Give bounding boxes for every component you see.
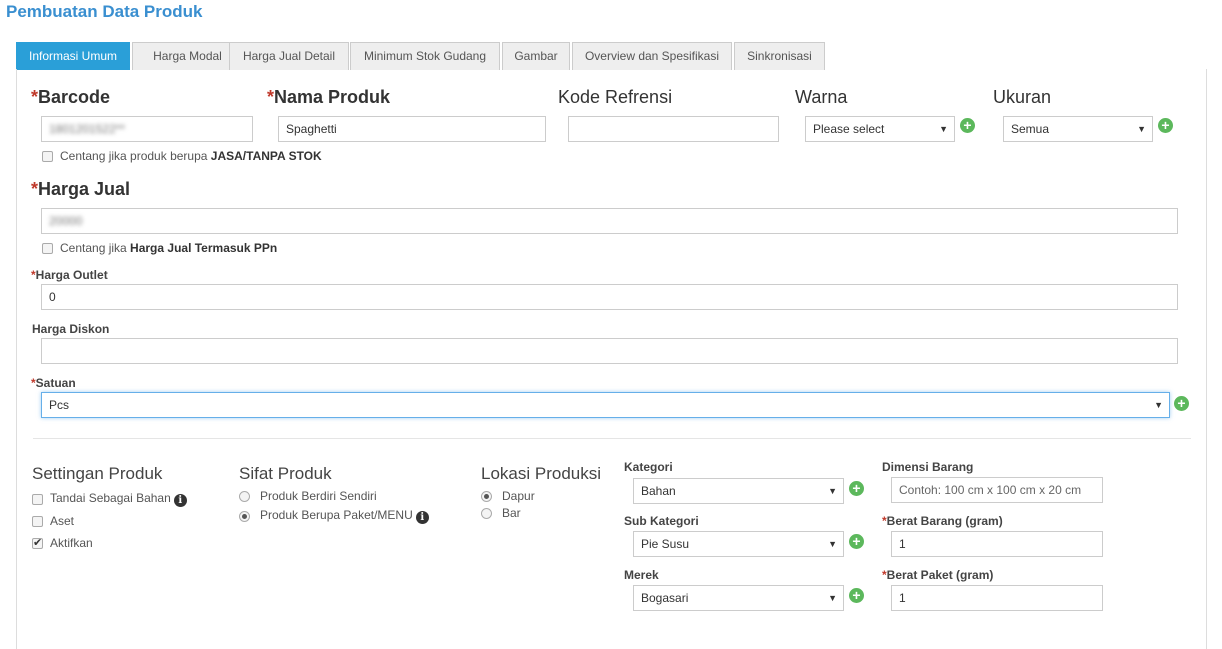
caret-down-icon: ▼ xyxy=(828,539,837,549)
caret-down-icon: ▼ xyxy=(1137,124,1146,134)
aktifkan-checkbox[interactable] xyxy=(32,536,43,549)
aktifkan-label: Aktifkan xyxy=(50,536,93,550)
jasa-checkbox-label: Centang jika produk berupa JASA/TANPA ST… xyxy=(60,149,322,163)
page-title: Pembuatan Data Produk xyxy=(6,2,203,21)
satuan-select[interactable]: Pcs ▼ xyxy=(41,392,1170,418)
nama-produk-input[interactable]: Spaghetti xyxy=(278,116,546,142)
tandai-bahan-checkbox[interactable] xyxy=(32,494,43,505)
dimensi-barang-label: Dimensi Barang xyxy=(882,460,974,474)
tab-gambar[interactable]: Gambar xyxy=(502,42,570,70)
tab-informasi-umum[interactable]: Informasi Umum xyxy=(16,42,130,70)
ppn-checkbox-label: Centang jika Harga Jual Termasuk PPn xyxy=(60,241,278,255)
berat-paket-label: *Berat Paket (gram) xyxy=(882,568,994,582)
tab-minimum-stok-gudang[interactable]: Minimum Stok Gudang xyxy=(350,42,500,70)
tab-panel-informasi-umum: *Barcode *Nama Produk Kode Refrensi Warn… xyxy=(16,69,1207,649)
sub-kategori-select[interactable]: Pie Susu ▼ xyxy=(633,531,844,557)
tab-overview-spesifikasi[interactable]: Overview dan Spesifikasi xyxy=(572,42,732,70)
merek-label: Merek xyxy=(624,568,659,582)
nama-produk-label: *Nama Produk xyxy=(267,87,391,107)
berat-paket-input[interactable]: 1 xyxy=(891,585,1103,611)
caret-down-icon: ▼ xyxy=(1154,400,1163,410)
harga-diskon-input[interactable] xyxy=(41,338,1178,364)
tab-harga-modal[interactable]: Harga Modal xyxy=(132,42,243,70)
harga-diskon-label: Harga Diskon xyxy=(32,322,110,336)
berat-barang-label: *Berat Barang (gram) xyxy=(882,514,1003,528)
warna-label: Warna xyxy=(795,87,848,107)
add-kategori-button[interactable]: + xyxy=(849,481,864,496)
kode-refrensi-input[interactable] xyxy=(568,116,779,142)
add-merek-button[interactable]: + xyxy=(849,588,864,603)
barcode-input[interactable]: 1801201522** xyxy=(41,116,253,142)
settingan-produk-title: Settingan Produk xyxy=(32,464,163,483)
berat-barang-input[interactable]: 1 xyxy=(891,531,1103,557)
bar-label: Bar xyxy=(502,506,521,520)
sifat-produk-title: Sifat Produk xyxy=(239,464,332,483)
paket-menu-radio[interactable] xyxy=(239,511,250,522)
dapur-label: Dapur xyxy=(502,489,535,503)
paket-menu-label: Produk Berupa Paket/MENU i xyxy=(260,508,429,524)
aset-label: Aset xyxy=(50,514,75,528)
ukuran-label: Ukuran xyxy=(993,87,1052,107)
caret-down-icon: ▼ xyxy=(828,486,837,496)
dapur-radio[interactable] xyxy=(481,491,492,502)
sub-kategori-label: Sub Kategori xyxy=(624,514,699,528)
tab-harga-jual-detail[interactable]: Harga Jual Detail xyxy=(229,42,349,70)
tab-sinkronisasi[interactable]: Sinkronisasi xyxy=(734,42,825,70)
add-sub-kategori-button[interactable]: + xyxy=(849,534,864,549)
add-ukuran-button[interactable]: + xyxy=(1158,118,1173,133)
section-divider xyxy=(33,438,1191,439)
info-circle-icon: i xyxy=(415,511,429,524)
barcode-label: *Barcode xyxy=(31,87,111,107)
caret-down-icon: ▼ xyxy=(939,124,948,134)
info-circle-icon: i xyxy=(173,494,187,507)
harga-jual-label: *Harga Jual xyxy=(31,179,131,199)
harga-outlet-input[interactable]: 0 xyxy=(41,284,1178,310)
lokasi-produksi-title: Lokasi Produksi xyxy=(481,464,602,483)
kategori-select[interactable]: Bahan ▼ xyxy=(633,478,844,504)
caret-down-icon: ▼ xyxy=(828,593,837,603)
kode-refrensi-label: Kode Refrensi xyxy=(558,87,673,107)
add-satuan-button[interactable]: + xyxy=(1174,396,1189,411)
aset-checkbox[interactable] xyxy=(32,516,43,527)
merek-select[interactable]: Bogasari ▼ xyxy=(633,585,844,611)
tandai-bahan-label: Tandai Sebagai Bahan i xyxy=(50,491,187,507)
add-warna-button[interactable]: + xyxy=(960,118,975,133)
harga-jual-input[interactable]: 20000 xyxy=(41,208,1178,234)
ppn-checkbox[interactable] xyxy=(42,243,53,254)
bar-radio[interactable] xyxy=(481,508,492,519)
warna-select[interactable]: Please select ▼ xyxy=(805,116,955,142)
berdiri-sendiri-label: Produk Berdiri Sendiri xyxy=(260,489,377,503)
ukuran-select[interactable]: Semua ▼ xyxy=(1003,116,1153,142)
harga-outlet-label: *Harga Outlet xyxy=(31,268,108,282)
kategori-label: Kategori xyxy=(624,460,673,474)
satuan-label: *Satuan xyxy=(31,376,76,390)
dimensi-barang-input[interactable]: Contoh: 100 cm x 100 cm x 20 cm xyxy=(891,477,1103,503)
jasa-checkbox[interactable] xyxy=(42,151,53,162)
berdiri-sendiri-radio[interactable] xyxy=(239,491,250,502)
